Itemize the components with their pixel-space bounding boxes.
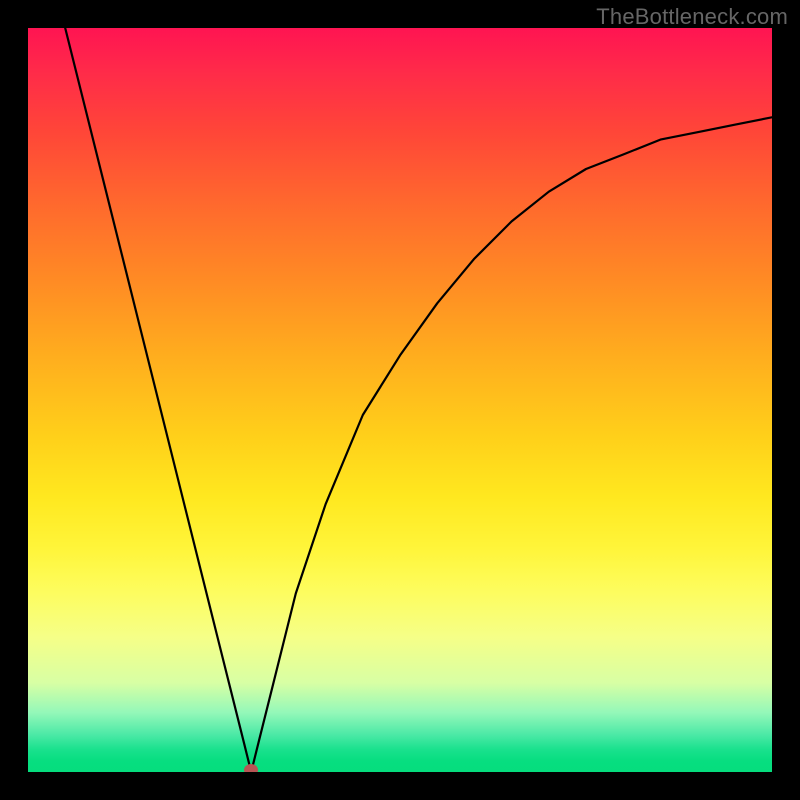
min-point-marker bbox=[244, 764, 258, 772]
chart-container: TheBottleneck.com bbox=[0, 0, 800, 800]
plot-area bbox=[28, 28, 772, 772]
curve-svg bbox=[28, 28, 772, 772]
bottleneck-curve-path bbox=[65, 28, 772, 772]
watermark-text: TheBottleneck.com bbox=[596, 4, 788, 30]
